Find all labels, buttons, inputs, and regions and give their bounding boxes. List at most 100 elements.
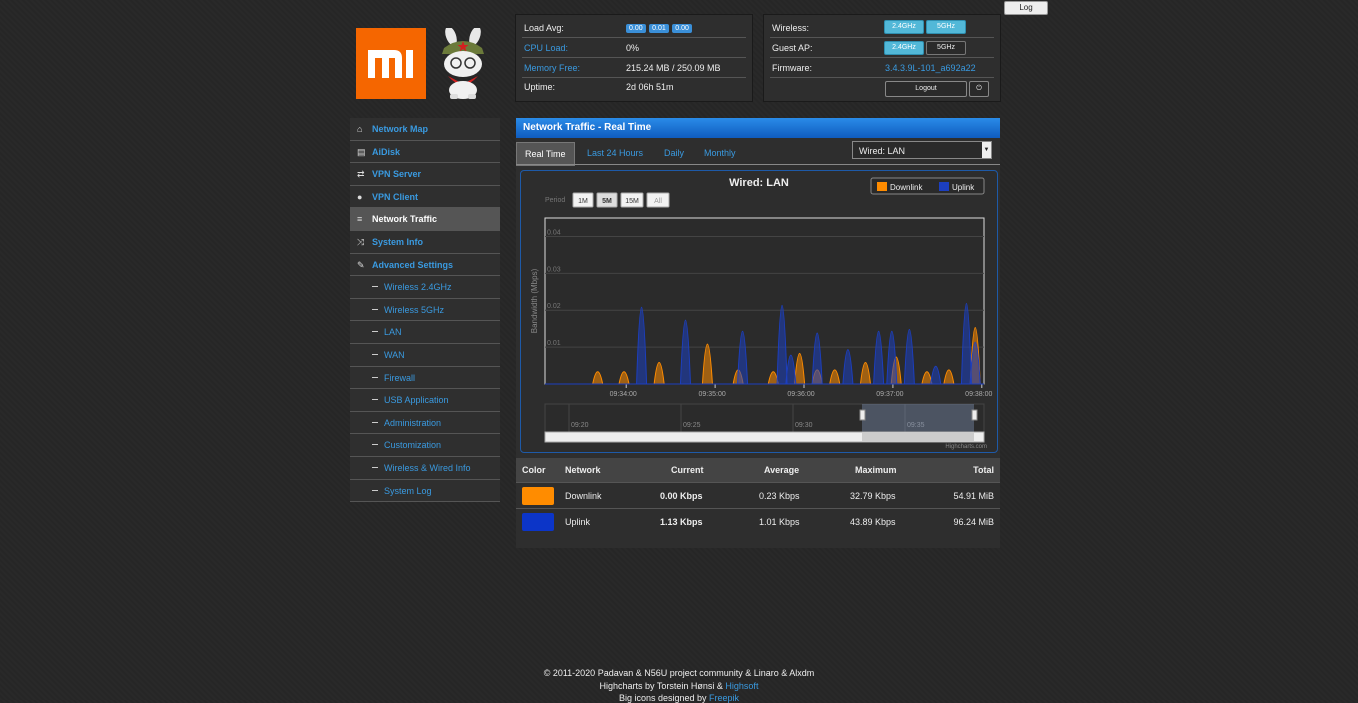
sidebar-item-vpn-client[interactable]: ● VPN Client xyxy=(350,185,500,209)
sidebar-item-label: Network Traffic xyxy=(372,214,438,225)
row-total: 54.91 MiB xyxy=(953,491,994,501)
tab-monthly[interactable]: Monthly xyxy=(704,142,736,164)
submenu-dash xyxy=(372,353,378,355)
freepik-link[interactable]: Freepik xyxy=(709,693,739,703)
row-current: 0.00 Kbps xyxy=(660,491,703,501)
row-maximum: 32.79 Kbps xyxy=(850,491,896,501)
col-current: Current xyxy=(671,465,704,475)
navigator-selection xyxy=(862,404,974,432)
globe-icon: ● xyxy=(357,191,363,202)
sidebar-item-network-map[interactable]: ⌂ Network Map xyxy=(350,118,500,141)
wireless-24ghz-toggle[interactable]: 2.4GHz xyxy=(884,20,924,34)
sidebar-item-aidisk[interactable]: ▤ AiDisk xyxy=(350,140,500,164)
sidebar-item-system-log[interactable]: System Log xyxy=(350,479,500,503)
sidebar-item-administration[interactable]: Administration xyxy=(350,411,500,435)
footer-icons: Big icons designed by Freepik xyxy=(0,693,1358,703)
cpu-load-link[interactable]: CPU Load: xyxy=(524,43,568,53)
y-axis-label: Bandwidth (Mbps) xyxy=(530,268,539,333)
sidebar-item-vpn-server[interactable]: ⇄ VPN Server xyxy=(350,163,500,186)
chart-title: Wired: LAN xyxy=(729,177,789,189)
sidebar-item-label: WAN xyxy=(384,349,405,360)
tab-divider xyxy=(516,164,1000,165)
wrench-icon: ✎ xyxy=(357,259,365,270)
sidebar-item-firewall[interactable]: Firewall xyxy=(350,366,500,390)
highsoft-link[interactable]: Highsoft xyxy=(725,681,758,691)
legend-label: Uplink xyxy=(952,183,975,192)
submenu-dash xyxy=(372,331,378,333)
cpu-load-value: 0% xyxy=(626,43,640,53)
load-avg-badge: 0.00 xyxy=(672,24,692,33)
retweet-icon: ⇄ xyxy=(357,169,365,180)
memory-free-link[interactable]: Memory Free: xyxy=(524,63,580,73)
col-total: Total xyxy=(973,465,994,475)
side-menu: ⌂ Network Map ▤ AiDisk ⇄ VPN Server ● VPN Clien… xyxy=(350,118,500,503)
sidebar-item-wireless-5ghz[interactable]: Wireless 5GHz xyxy=(350,298,500,322)
tab-daily[interactable]: Daily xyxy=(664,142,684,164)
sidebar-item-label: Advanced Settings xyxy=(372,259,454,270)
memory-row: Memory Free: 215.24 MB / 250.09 MB xyxy=(522,59,746,78)
tab-last-24-hours[interactable]: Last 24 Hours xyxy=(587,142,643,164)
sidebar-item-customization[interactable]: Customization xyxy=(350,434,500,457)
footer-icons-text: Big icons designed by xyxy=(618,693,710,703)
guest-5ghz-toggle[interactable]: 5GHz xyxy=(926,41,966,55)
sidebar-item-label: LAN xyxy=(384,327,402,338)
firmware-version-link[interactable]: 3.4.3.9L-101_a692a22 xyxy=(885,63,976,73)
wireless-panel: Wireless: 2.4GHz 5GHz Guest AP: 2.4GHz 5… xyxy=(763,14,1001,102)
uptime-row: Uptime: 2d 06h 51m xyxy=(522,78,746,96)
y-tick-label: 0.01 xyxy=(547,340,561,347)
sidebar-item-usb-application[interactable]: USB Application xyxy=(350,389,500,412)
sidebar-item-label: Wireless & Wired Info xyxy=(384,462,471,473)
row-current: 1.13 Kbps xyxy=(660,517,703,527)
submenu-dash xyxy=(372,489,378,491)
x-tick-label: 09:35:00 xyxy=(698,391,725,398)
navigator-tick-label: 09:25 xyxy=(683,422,701,429)
x-tick-label: 09:37:00 xyxy=(876,391,903,398)
chart-credits: Highcharts.com xyxy=(945,444,987,450)
legend-label: Downlink xyxy=(890,183,923,192)
list-icon: ≡ xyxy=(357,214,363,225)
x-tick-label: 09:36:00 xyxy=(787,391,814,398)
sidebar-item-advanced-settings[interactable]: ✎ Advanced Settings xyxy=(350,253,500,277)
sidebar-item-wan[interactable]: WAN xyxy=(350,343,500,367)
navigator-tick-label: 09:20 xyxy=(571,422,589,429)
submenu-dash xyxy=(372,286,378,288)
traffic-chart: Wired: LAN Downlink Uplink Period 1M 5M 15M All… xyxy=(520,170,998,453)
page-title: Network Traffic - Real Time xyxy=(516,118,1000,138)
table-row: Downlink 0.00 Kbps 0.23 Kbps 32.79 Kbps … xyxy=(516,482,1000,509)
sidebar-item-network-traffic[interactable]: ≡ Network Traffic xyxy=(350,208,500,231)
period-button-label: 1M xyxy=(578,198,588,205)
wireless-5ghz-toggle[interactable]: 5GHz xyxy=(926,20,966,34)
row-network: Downlink xyxy=(565,491,602,501)
col-average: Average xyxy=(764,465,800,475)
tab-real-time[interactable]: Real Time xyxy=(516,142,575,166)
sidebar-item-label: System Info xyxy=(372,236,424,247)
sidebar-item-wireless-2-4ghz[interactable]: Wireless 2.4GHz xyxy=(350,276,500,299)
submenu-dash xyxy=(372,466,378,468)
sidebar-item-label: VPN Client xyxy=(372,191,419,202)
sidebar-item-label: AiDisk xyxy=(372,146,401,157)
sidebar-item-lan[interactable]: LAN xyxy=(350,321,500,344)
submenu-dash xyxy=(372,421,378,423)
downlink-swatch xyxy=(522,487,554,505)
navigator-scrollbar-thumb xyxy=(862,432,974,442)
col-color: Color xyxy=(522,465,546,475)
sidebar-item-wireless-wired-info[interactable]: Wireless & Wired Info xyxy=(350,456,500,480)
uptime-label: Uptime: xyxy=(524,82,556,92)
disk-icon: ▤ xyxy=(357,146,366,157)
interface-select[interactable]: Wired: LAN ▼ xyxy=(852,141,992,159)
row-network: Uplink xyxy=(565,517,591,527)
guest-24ghz-toggle[interactable]: 2.4GHz xyxy=(884,41,924,55)
col-maximum: Maximum xyxy=(855,465,897,475)
footer-copyright: © 2011-2020 Padavan & N56U project commu… xyxy=(543,668,815,678)
power-button[interactable]: ⏻ xyxy=(969,81,989,97)
submenu-dash xyxy=(372,399,378,401)
guest-ap-label: Guest AP: xyxy=(772,43,813,53)
log-button[interactable]: Log xyxy=(1004,1,1048,15)
logout-button[interactable]: Logout xyxy=(885,81,967,97)
sidebar-item-system-info[interactable]: ⤨ System Info xyxy=(350,230,500,254)
period-button-label: 5M xyxy=(602,198,612,205)
firmware-row: Firmware: 3.4.3.9L-101_a692a22 xyxy=(770,59,994,78)
footer-credits-text: Highcharts by Torstein Hønsi & xyxy=(599,681,726,691)
legend-swatch xyxy=(939,182,949,191)
cpu-load-row: CPU Load: 0% xyxy=(522,39,746,58)
